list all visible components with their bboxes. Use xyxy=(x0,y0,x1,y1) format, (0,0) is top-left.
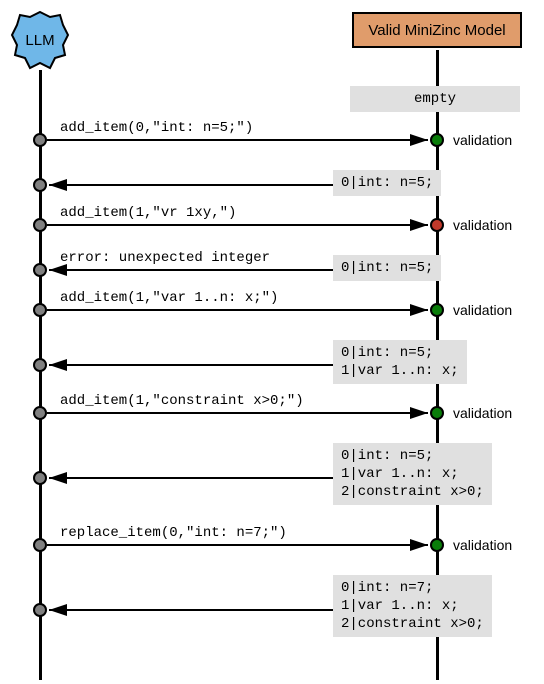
llm-dot xyxy=(33,218,47,232)
llm-dot xyxy=(33,471,47,485)
validation-label: validation xyxy=(453,537,512,553)
llm-dot xyxy=(33,406,47,420)
state-box: 0|int: n=5; xyxy=(333,170,441,196)
llm-dot xyxy=(33,603,47,617)
msg-label: add_item(1,"constraint x>0;") xyxy=(60,393,304,409)
llm-dot xyxy=(33,263,47,277)
msg-label: error: unexpected integer xyxy=(60,250,270,266)
llm-dot xyxy=(33,358,47,372)
msg-label: add_item(1,"vr 1xy,") xyxy=(60,205,236,221)
validation-dot-ok xyxy=(430,303,444,317)
validation-label: validation xyxy=(453,132,512,148)
validation-dot-ok xyxy=(430,538,444,552)
llm-dot xyxy=(33,133,47,147)
validation-dot-fail xyxy=(430,218,444,232)
llm-dot xyxy=(33,303,47,317)
msg-label: replace_item(0,"int: n=7;") xyxy=(60,525,287,541)
state-empty: empty xyxy=(350,86,520,112)
msg-label: add_item(0,"int: n=5;") xyxy=(60,120,253,136)
state-box: 0|int: n=5; 1|var 1..n: x; xyxy=(333,340,467,384)
msg-label: add_item(1,"var 1..n: x;") xyxy=(60,290,278,306)
llm-dot xyxy=(33,538,47,552)
validation-label: validation xyxy=(453,302,512,318)
validation-label: validation xyxy=(453,217,512,233)
validation-dot-ok xyxy=(430,133,444,147)
state-box: 0|int: n=5; 1|var 1..n: x; 2|constraint … xyxy=(333,443,492,505)
state-box: 0|int: n=5; xyxy=(333,255,441,281)
validation-dot-ok xyxy=(430,406,444,420)
llm-dot xyxy=(33,178,47,192)
validation-label: validation xyxy=(453,405,512,421)
state-box: 0|int: n=7; 1|var 1..n: x; 2|constraint … xyxy=(333,575,492,637)
